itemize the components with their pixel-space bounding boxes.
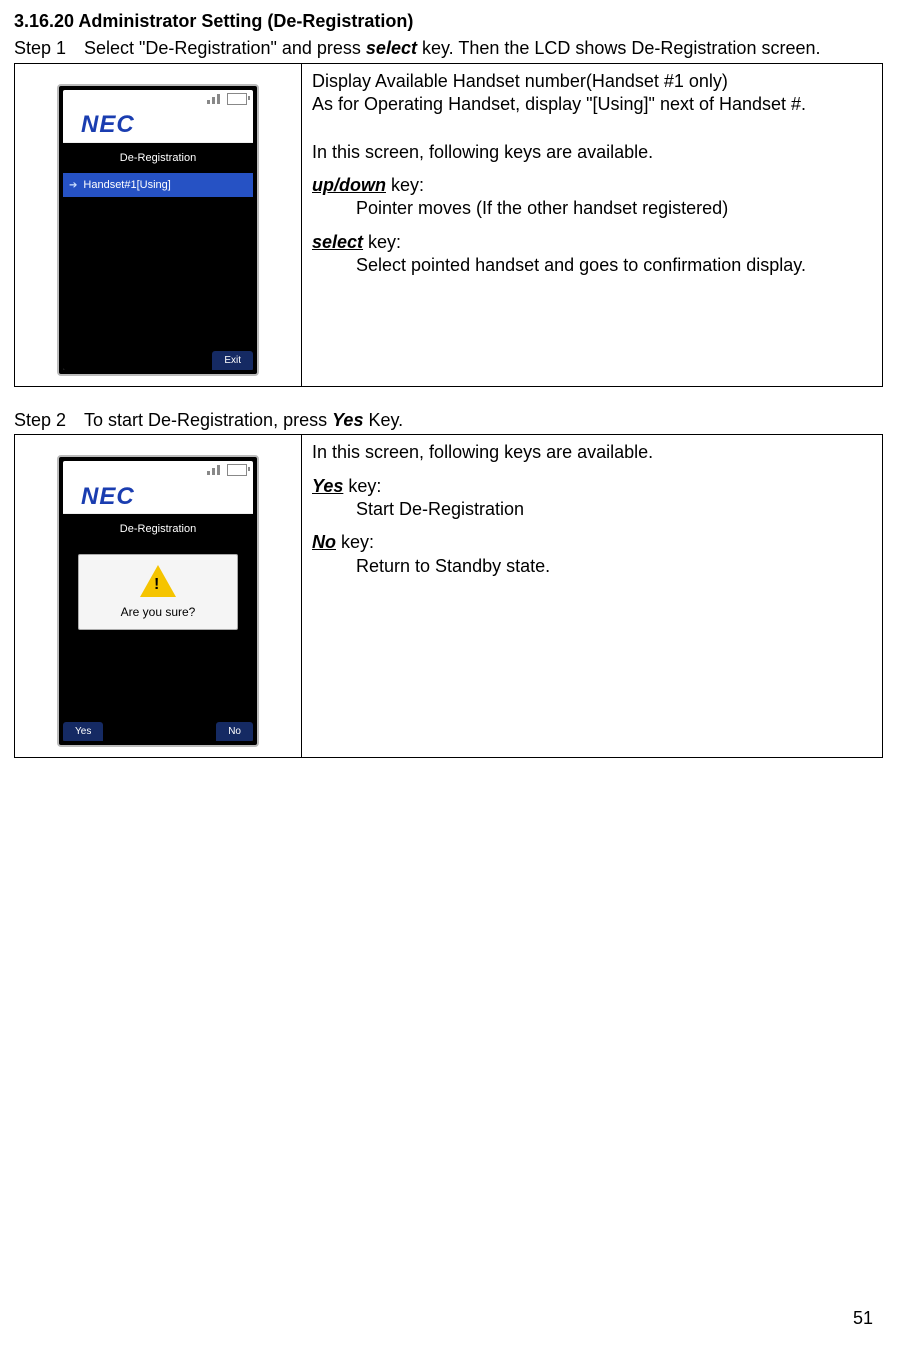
select-key-word: key: xyxy=(363,232,401,252)
box1-line1: Display Available Handset number(Handset… xyxy=(312,70,872,93)
softkey-no: No xyxy=(216,722,253,741)
step2-phone-cell: NEC De-Registration Are you sure? Yes No xyxy=(15,435,302,757)
box2-yes-desc: Start De-Registration xyxy=(312,498,872,521)
yes-word: Yes xyxy=(312,476,343,496)
box1-updown-desc: Pointer moves (If the other handset regi… xyxy=(312,197,872,220)
step1-phone-cell: NEC De-Registration Handset#1[Using] . E… xyxy=(15,64,302,386)
step1-select-word: select xyxy=(366,38,417,58)
screen-title: De-Registration xyxy=(63,143,253,173)
step2-box: NEC De-Registration Are you sure? Yes No… xyxy=(14,434,883,758)
step-2-label: Step 2 xyxy=(14,409,84,432)
battery-icon xyxy=(227,93,247,105)
lcd-2: NEC De-Registration Are you sure? Yes No xyxy=(63,461,253,741)
box2-no-desc: Return to Standby state. xyxy=(312,555,872,578)
softkey-yes: Yes xyxy=(63,722,103,741)
page-number: 51 xyxy=(853,1307,873,1330)
box1-line3: In this screen, following keys are avail… xyxy=(312,141,872,164)
step-1-label: Step 1 xyxy=(14,37,84,60)
lcd-status-bar-2 xyxy=(63,461,253,479)
step2-yes-word: Yes xyxy=(332,410,363,430)
pointer-icon xyxy=(69,178,77,192)
nec-logo-2: NEC xyxy=(63,479,253,514)
phone-mock-2: NEC De-Registration Are you sure? Yes No xyxy=(57,455,259,747)
box1-updown-head: up/down key: xyxy=(312,174,872,197)
signal-icon-2 xyxy=(207,465,221,475)
step-1: Step 1 Select "De-Registration" and pres… xyxy=(14,37,883,60)
updown-key-word: key: xyxy=(386,175,424,195)
step1-desc-cell: Display Available Handset number(Handset… xyxy=(302,64,882,386)
lcd-body-2: Are you sure? Yes No xyxy=(63,544,253,741)
phone-mock-1: NEC De-Registration Handset#1[Using] . E… xyxy=(57,84,259,376)
softkey-exit: Exit xyxy=(212,351,253,370)
warning-icon xyxy=(140,565,176,597)
box2-line1: In this screen, following keys are avail… xyxy=(312,441,872,464)
box1-select-desc: Select pointed handset and goes to confi… xyxy=(312,254,872,277)
step-2: Step 2 To start De-Registration, press Y… xyxy=(14,409,883,432)
handset-row: Handset#1[Using] xyxy=(63,173,253,197)
nec-logo: NEC xyxy=(63,108,253,143)
box2-no-head: No key: xyxy=(312,531,872,554)
no-word: No xyxy=(312,532,336,552)
step2-part1: To start De-Registration, press xyxy=(84,410,332,430)
lcd-1: NEC De-Registration Handset#1[Using] . E… xyxy=(63,90,253,370)
box2-yes-head: Yes key: xyxy=(312,475,872,498)
step-2-text: To start De-Registration, press Yes Key. xyxy=(84,409,883,432)
screen-title-2: De-Registration xyxy=(63,514,253,544)
lcd-status-bar xyxy=(63,90,253,108)
step1-part1: Select "De-Registration" and press xyxy=(84,38,366,58)
softkey-row: . Exit xyxy=(63,348,253,370)
handset-row-text: Handset#1[Using] xyxy=(83,178,170,192)
step2-desc-cell: In this screen, following keys are avail… xyxy=(302,435,882,757)
step-1-text: Select "De-Registration" and press selec… xyxy=(84,37,883,60)
popup-text: Are you sure? xyxy=(83,605,233,621)
step2-part2: Key. xyxy=(363,410,403,430)
signal-icon xyxy=(207,94,221,104)
select-word: select xyxy=(312,232,363,252)
softkey-row-2: Yes No xyxy=(63,719,253,741)
confirm-popup: Are you sure? xyxy=(78,554,238,630)
step1-box: NEC De-Registration Handset#1[Using] . E… xyxy=(14,63,883,387)
section-heading: 3.16.20 Administrator Setting (De-Regist… xyxy=(14,10,883,33)
step1-part2: key. Then the LCD shows De-Registration … xyxy=(417,38,821,58)
updown-word: up/down xyxy=(312,175,386,195)
yes-key-word: key: xyxy=(343,476,381,496)
lcd-body: . Exit xyxy=(63,197,253,370)
box1-line2: As for Operating Handset, display "[Usin… xyxy=(312,93,872,116)
battery-icon-2 xyxy=(227,464,247,476)
no-key-word: key: xyxy=(336,532,374,552)
box1-select-head: select key: xyxy=(312,231,872,254)
